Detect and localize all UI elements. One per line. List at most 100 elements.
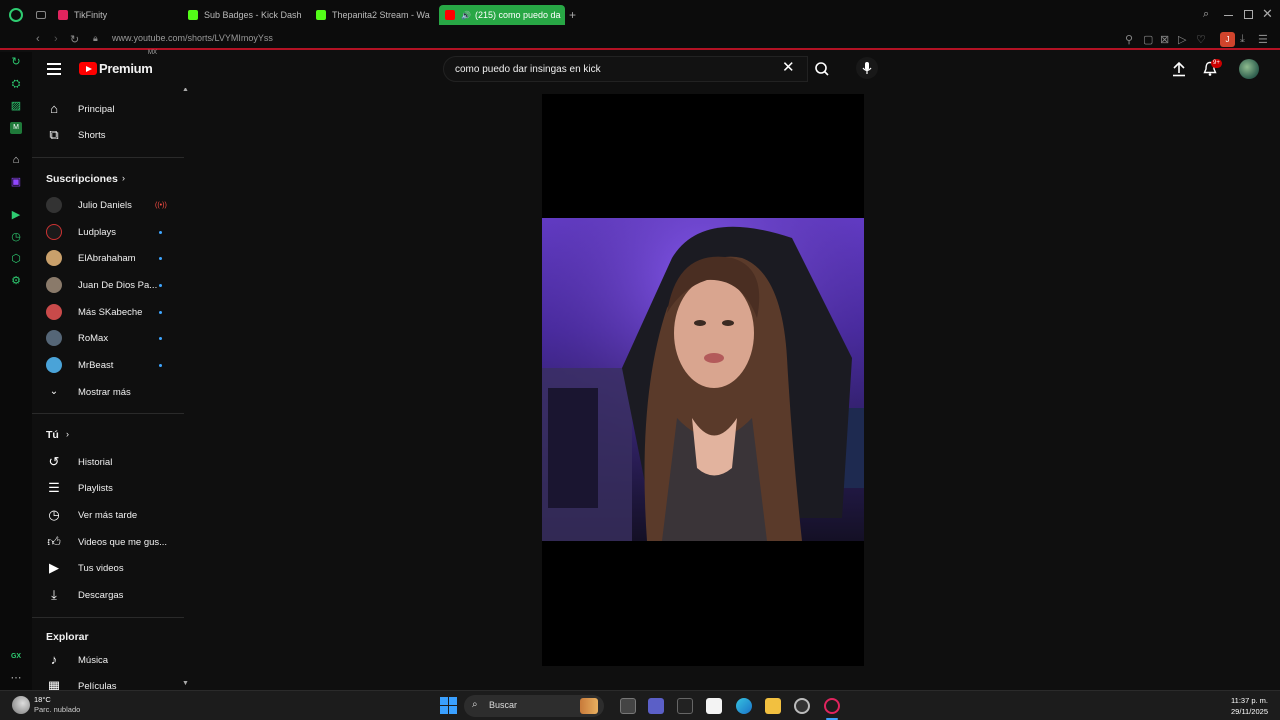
crypto-wallet-icon[interactable]: ⊠ (1160, 33, 1169, 46)
clock-icon: ◷ (48, 507, 60, 522)
clear-search-icon[interactable]: ✕ (782, 60, 795, 75)
you-header[interactable]: Tú › (32, 422, 184, 448)
tikfinity-favicon-icon (58, 10, 68, 20)
youtube-header: Premium MX como puedo dar insingas en ki… (32, 50, 1280, 88)
sidebar-item-label: ElAbrahaham (78, 252, 136, 264)
gx-logo-icon[interactable]: GX (10, 651, 22, 663)
url-field[interactable]: www.youtube.com/shorts/LVYMImoyYss (112, 33, 273, 43)
opera-gx-taskbar-icon[interactable] (824, 698, 840, 714)
sidebar-item-liked-videos[interactable]: 👍︎ Videos que me gus... (32, 529, 184, 555)
edge-icon[interactable] (736, 698, 752, 714)
sidebar-item-playlists[interactable]: ☰ Playlists (32, 475, 184, 501)
sidebar-item-tus-videos[interactable]: ▶ Tus videos (32, 555, 184, 581)
kick-sidebar-icon[interactable]: ⌂ (10, 154, 22, 166)
sidebar-item-juan-de-dios[interactable]: Juan De Dios Pa... (32, 272, 184, 298)
search-input[interactable]: como puedo dar insingas en kick (443, 56, 808, 82)
pin-icon[interactable]: ⚲ (1125, 33, 1133, 46)
sidebar-item-label: Películas (78, 680, 117, 691)
download-icon[interactable]: ⤓ (1240, 33, 1245, 46)
sidebar-item-ludplays[interactable]: Ludplays (32, 219, 184, 245)
profile-icon[interactable]: J (1220, 32, 1235, 47)
weather-description: Parc. nublado (34, 705, 81, 714)
show-more-button[interactable]: ⌄ Mostrar más (32, 379, 184, 405)
player-icon[interactable]: ▷ (1178, 33, 1186, 46)
messenger-icon[interactable]: M (10, 122, 22, 134)
notion-icon[interactable] (677, 698, 693, 714)
task-view-icon[interactable] (620, 698, 636, 714)
flow-icon[interactable]: ♡ (1196, 33, 1206, 46)
subscriptions-title: Suscripciones (46, 173, 118, 185)
thumbs-up-icon: 👍︎ (47, 534, 61, 549)
taskbar-clock[interactable]: 11:37 p. m. 29/11/2025 (1231, 695, 1268, 717)
clock-time: 11:37 p. m. (1231, 696, 1268, 705)
tab-tikfinity[interactable]: TikFinity (58, 5, 176, 25)
back-icon[interactable]: ‹ (36, 33, 40, 45)
voice-search-button[interactable] (856, 57, 878, 79)
tab-youtube-active[interactable]: 🔊 (215) como puedo da (439, 5, 565, 25)
easy-setup-icon[interactable]: ☰ (1258, 33, 1268, 46)
sidebar-item-shorts[interactable]: ⧉ Shorts (32, 122, 184, 148)
sidebar-item-mas-skabeche[interactable]: Más SKabeche (32, 299, 184, 325)
weather-icon[interactable] (12, 696, 30, 714)
logo-region: MX (148, 50, 157, 56)
gx-corner-icon[interactable]: ▨ (10, 100, 22, 112)
sidebar-item-label: RoMax (78, 332, 109, 344)
new-content-dot (159, 310, 162, 314)
history-sidebar-icon[interactable]: ◷ (10, 231, 22, 243)
reload-icon[interactable]: ↻ (70, 33, 79, 46)
teams-icon[interactable] (648, 698, 664, 714)
subscriptions-header[interactable]: Suscripciones › (32, 166, 184, 192)
divider (32, 157, 184, 158)
channel-avatar (46, 277, 62, 293)
more-icon[interactable]: ⋯ (10, 672, 22, 684)
account-avatar[interactable] (1239, 59, 1259, 79)
chevron-right-icon: › (122, 173, 125, 183)
scroll-up-icon[interactable]: ▲ (182, 88, 189, 93)
video-frame[interactable] (542, 218, 864, 541)
taskbar-search-input[interactable]: ⌕ Buscar (464, 695, 604, 717)
new-tab-icon[interactable]: + (569, 8, 576, 22)
scroll-down-icon[interactable]: ▼ (182, 680, 189, 687)
minimize-icon[interactable] (1224, 15, 1233, 16)
sidebar-item-mrbeast[interactable]: MrBeast (32, 352, 184, 378)
snapshot-icon[interactable]: ▢ (1143, 33, 1153, 46)
sidebar-item-label: MrBeast (78, 359, 114, 371)
gx-control-icon[interactable]: ↻ (10, 56, 22, 68)
search-button[interactable] (808, 56, 836, 82)
home-icon: ⌂ (50, 101, 58, 116)
channel-avatar (46, 197, 62, 213)
menu-icon[interactable] (47, 63, 61, 75)
restore-icon[interactable] (1244, 10, 1253, 19)
sidebar-item-ver-mas-tarde[interactable]: ◷ Ver más tarde (32, 502, 184, 528)
twitch-icon[interactable]: ▣ (10, 176, 22, 188)
player-sidebar-icon[interactable]: ▶ (10, 209, 22, 221)
close-window-icon[interactable]: ✕ (1262, 6, 1273, 22)
sidebar-item-descargas[interactable]: ⤓ Descargas (32, 582, 184, 608)
shorts-player[interactable] (542, 94, 864, 666)
workspaces-icon[interactable] (36, 11, 46, 19)
tab-kick-dashboard[interactable]: Sub Badges - Kick Dashb (188, 5, 302, 25)
sidebar-item-principal[interactable]: ⌂ Principal (32, 96, 184, 122)
sidebar-item-musica[interactable]: ♪ Música (32, 647, 184, 673)
gx-cleaner-icon[interactable]: ⛭ (10, 78, 22, 90)
new-content-dot (159, 363, 162, 367)
settings-sidebar-icon[interactable]: ⚙ (10, 275, 22, 287)
extensions-icon[interactable]: ⬡ (10, 253, 22, 265)
sidebar-item-peliculas[interactable]: ▦ Películas (32, 673, 184, 690)
sidebar-item-julio-daniels[interactable]: Julio Daniels ((•)) (32, 192, 184, 218)
upload-icon[interactable] (1172, 61, 1186, 77)
sidebar-item-historial[interactable]: ↺ Historial (32, 449, 184, 475)
sidebar-item-label: Más SKabeche (78, 306, 143, 318)
file-explorer-icon[interactable] (765, 698, 781, 714)
chevron-right-icon: › (66, 429, 69, 439)
sidebar-item-elabrahaham[interactable]: ElAbrahaham (32, 245, 184, 271)
forward-icon[interactable]: › (54, 33, 58, 45)
tab-kick-stream[interactable]: Thepanita2 Stream - Wat (316, 5, 430, 25)
windows-start-icon[interactable] (440, 697, 457, 714)
app-icon[interactable] (794, 698, 810, 714)
store-icon[interactable] (706, 698, 722, 714)
opera-gx-logo-icon[interactable] (9, 8, 23, 22)
sidebar-item-romax[interactable]: RoMax (32, 325, 184, 351)
search-tabs-icon[interactable]: ⌕ (1203, 8, 1209, 21)
youtube-premium-logo[interactable]: Premium (79, 61, 153, 76)
